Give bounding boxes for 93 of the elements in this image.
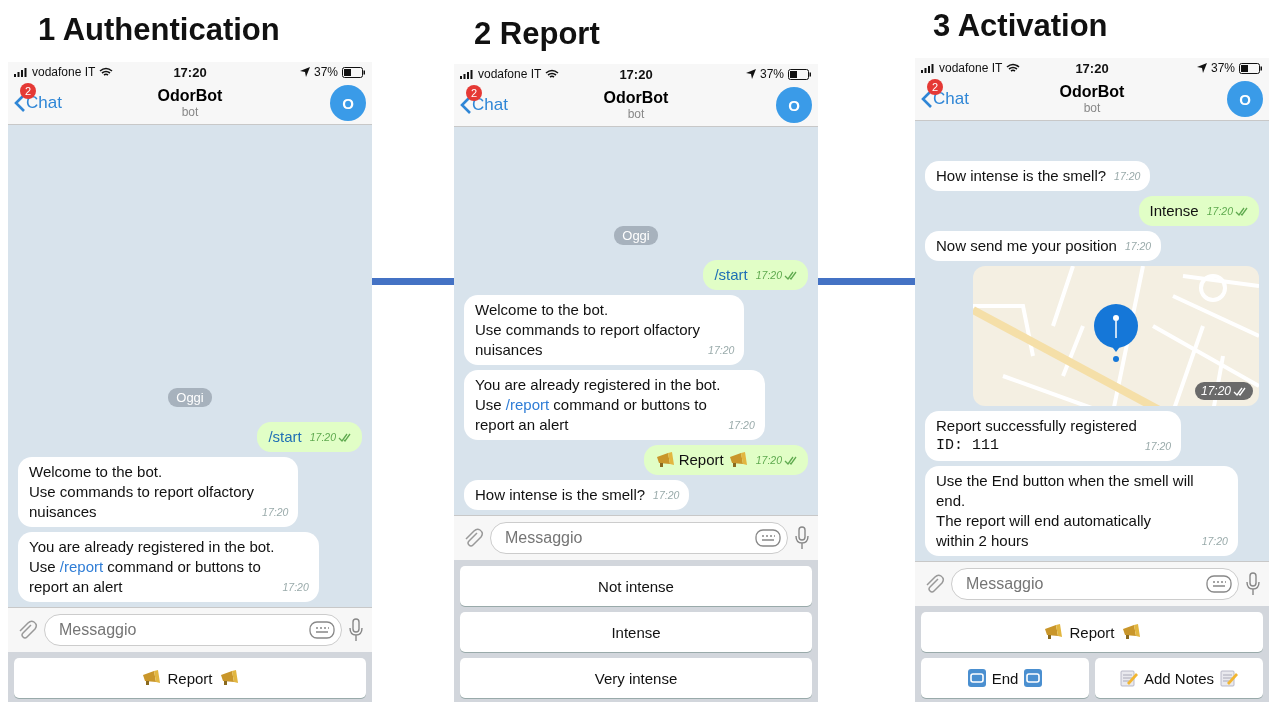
message-text: Report: [678, 450, 724, 470]
message-time: 17:20: [1194, 382, 1253, 400]
message-time: 17:20: [1114, 169, 1141, 184]
message-text: How intense is the smell?: [475, 485, 646, 505]
chat-title: OdorBot: [603, 89, 669, 107]
keyboard-button[interactable]: Intense: [460, 612, 812, 652]
message-text: Report successfully registered: [936, 416, 1137, 436]
clock-text: 17:20: [619, 66, 653, 82]
carrier-text: vodafone IT: [32, 65, 96, 79]
location-arrow-icon: [299, 67, 310, 77]
message-field[interactable]: Messaggio: [490, 522, 788, 554]
message-input[interactable]: Messaggio: [503, 528, 755, 548]
location-arrow-icon: [1196, 63, 1207, 73]
keyboard-icon[interactable]: [755, 529, 781, 547]
message-time: 17:20: [653, 488, 680, 503]
location-arrow-icon: [745, 69, 756, 79]
memo-icon: [1119, 669, 1138, 687]
megaphone-icon: [1120, 624, 1141, 640]
keyboard-button[interactable]: Not intense: [460, 566, 812, 606]
message-text: /start: [268, 427, 302, 447]
message-text: Now send me your position: [936, 236, 1117, 256]
keyboard-button[interactable]: End: [921, 658, 1089, 698]
carrier-text: vodafone IT: [478, 67, 542, 81]
message-time: 17:20: [282, 580, 309, 595]
battery-icon: [788, 68, 812, 80]
message-input[interactable]: Messaggio: [57, 620, 309, 640]
clock-text: 17:20: [1075, 60, 1109, 76]
microphone-icon[interactable]: [348, 618, 364, 642]
keyboard-icon[interactable]: [1206, 575, 1232, 593]
message-time: 17:20: [1124, 239, 1152, 254]
wifi-icon: [545, 69, 560, 79]
chat-subtitle: bot: [181, 105, 199, 119]
message-time: 17:20: [755, 265, 798, 285]
message-time: 17:20: [755, 450, 798, 470]
keyboard-button[interactable]: Report: [14, 658, 366, 698]
message-field[interactable]: Messaggio: [44, 614, 342, 646]
wifi-icon: [99, 67, 114, 77]
message-time: 17:20: [708, 343, 735, 358]
command-link[interactable]: /report: [59, 558, 104, 575]
megaphone-icon: [727, 452, 748, 468]
bot-avatar[interactable]: O: [330, 85, 366, 121]
battery-icon: [342, 66, 366, 78]
step-title: 2 Report: [474, 16, 601, 53]
command-link[interactable]: /report: [505, 396, 550, 413]
memo-icon: [1220, 669, 1238, 687]
wifi-icon: [1006, 63, 1021, 73]
bot-avatar[interactable]: O: [1227, 81, 1263, 117]
megaphone-icon: [218, 670, 239, 686]
message-text: Welcome to the bot. Use commands to report olfactory nuisances: [29, 462, 255, 522]
bot-avatar[interactable]: O: [776, 87, 812, 123]
clock-text: 17:20: [173, 64, 207, 80]
message-time: 17:20: [728, 418, 755, 433]
battery-percent: 37%: [313, 65, 338, 79]
keyboard-button[interactable]: Very intense: [460, 658, 812, 698]
message-time: 17:20: [309, 427, 352, 447]
map-message[interactable]: 17:20: [973, 266, 1259, 406]
step-title: 3 Activation: [933, 8, 1109, 45]
message-text: How intense is the smell?: [936, 166, 1107, 186]
message-input[interactable]: Messaggio: [964, 574, 1206, 594]
chat-subtitle: bot: [1083, 101, 1101, 115]
battery-icon: [1239, 62, 1263, 74]
megaphone-icon: [654, 452, 675, 468]
report-id-text: ID: 111: [936, 436, 1000, 456]
message-text: You are already registered in the bot. Use /report command or buttons to report an alert: [29, 537, 275, 597]
message-text: Welcome to the bot. Use commands to report olfactory nuisances: [475, 300, 701, 360]
battery-percent: 37%: [1210, 61, 1235, 75]
message-time: 17:20: [1206, 201, 1249, 221]
carrier-text: vodafone IT: [939, 61, 1003, 75]
chat-title: OdorBot: [1059, 83, 1125, 101]
keyboard-button[interactable]: Add Notes: [1095, 658, 1263, 698]
megaphone-icon: [1043, 624, 1064, 640]
message-time: 17:20: [1201, 534, 1228, 549]
signal-icon: [921, 63, 935, 73]
signal-icon: [460, 69, 474, 79]
message-time: 17:20: [1144, 439, 1172, 454]
battery-percent: 37%: [759, 67, 784, 81]
message-text: /start: [714, 265, 748, 285]
date-chip: Oggi: [614, 226, 658, 245]
message-field[interactable]: Messaggio: [951, 568, 1239, 600]
keyboard-icon[interactable]: [309, 621, 335, 639]
step-title: 1 Authentication: [38, 12, 281, 49]
message-text: Intense: [1149, 201, 1199, 221]
signal-icon: [14, 67, 28, 77]
microphone-icon[interactable]: [1245, 572, 1261, 596]
chat-subtitle: bot: [627, 107, 645, 121]
message-text: Use the End button when the smell will end. The report will end automatically within 2 hours: [936, 471, 1194, 551]
date-chip: Oggi: [168, 388, 212, 407]
message-time: 17:20: [262, 505, 289, 520]
chat-title: OdorBot: [157, 87, 223, 105]
microphone-icon[interactable]: [794, 526, 810, 550]
keyboard-button[interactable]: Report: [921, 612, 1263, 652]
megaphone-icon: [141, 670, 162, 686]
message-text: You are already registered in the bot. Use /report command or buttons to report an alert: [475, 375, 721, 435]
